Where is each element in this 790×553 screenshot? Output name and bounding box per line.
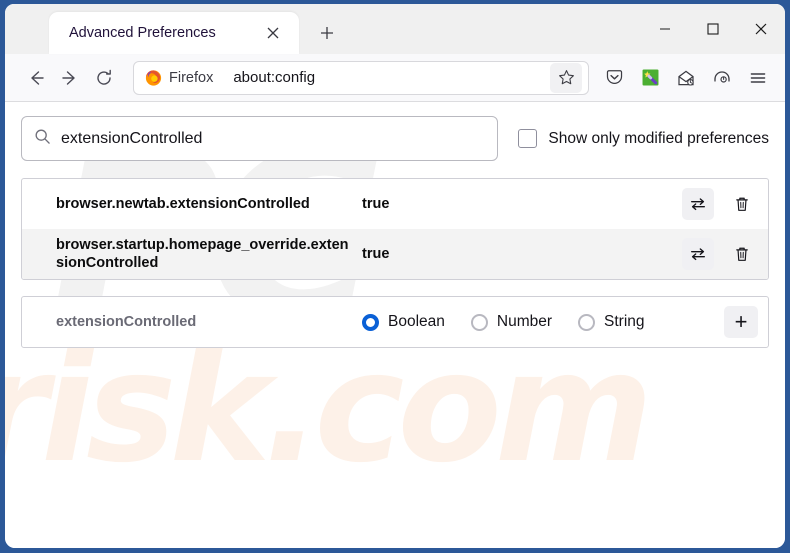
browser-tab-advanced-preferences[interactable]: Advanced Preferences (49, 12, 299, 54)
preferences-list: browser.newtab.extensionControlled true (21, 178, 769, 280)
watermark-bottom-text: risk.com (5, 319, 653, 496)
navigation-toolbar: Firefox about:config (5, 54, 785, 102)
delete-preference-icon[interactable] (726, 188, 758, 220)
maximize-icon[interactable] (689, 8, 737, 50)
mail-icon[interactable] (669, 61, 703, 95)
minimize-icon[interactable] (641, 8, 689, 50)
extension-icon[interactable] (633, 61, 667, 95)
radio-boolean-indicator[interactable] (362, 313, 379, 331)
row-actions (682, 238, 758, 270)
show-modified-checkbox[interactable] (518, 129, 538, 148)
radio-number-indicator[interactable] (470, 313, 488, 331)
toolbar-icon-group (597, 61, 775, 95)
search-input[interactable] (61, 129, 486, 148)
browser-window: Advanced Preferences Firefox about:confi… (5, 4, 785, 548)
table-row[interactable]: browser.newtab.extensionControlled true (22, 179, 768, 229)
tab-title: Advanced Preferences (69, 25, 216, 41)
desktop-background: Advanced Preferences Firefox about:confi… (0, 0, 790, 553)
search-row: Show only modified preferences (21, 116, 769, 161)
delete-preference-icon[interactable] (726, 238, 758, 270)
address-bar[interactable]: Firefox about:config (133, 60, 589, 95)
add-preference-row: extensionControlled Boolean Number Strin… (22, 297, 768, 347)
firefox-logo-icon (145, 70, 162, 86)
preference-name: browser.startup.homepage_override.extens… (56, 236, 349, 271)
identity-chip-label: Firefox (169, 69, 214, 86)
new-tab-icon[interactable] (313, 19, 341, 47)
url-text: about:config (233, 69, 316, 86)
bookmark-star-icon[interactable] (550, 62, 582, 93)
show-modified-toggle[interactable]: Show only modified preferences (518, 129, 769, 148)
close-window-icon[interactable] (737, 8, 785, 50)
window-controls (641, 4, 785, 54)
toggle-value-icon[interactable] (682, 238, 714, 270)
radio-string-indicator[interactable] (578, 313, 596, 331)
search-icon (34, 128, 51, 150)
preference-type-options: Boolean Number String (362, 313, 724, 331)
search-box[interactable] (21, 116, 499, 161)
radio-option-number[interactable]: Number (470, 313, 553, 331)
preference-name: browser.newtab.extensionControlled (56, 195, 310, 212)
page-content: Show only modified preferences browser.n… (5, 102, 785, 348)
table-row[interactable]: browser.startup.homepage_override.extens… (22, 229, 768, 279)
forward-icon[interactable] (53, 61, 87, 95)
add-preference-panel: extensionControlled Boolean Number Strin… (21, 296, 769, 348)
show-modified-label: Show only modified preferences (548, 129, 769, 147)
back-icon[interactable] (19, 61, 53, 95)
app-menu-icon[interactable] (741, 61, 775, 95)
identity-chip[interactable]: Firefox (138, 66, 224, 89)
about-config-page: PC risk.com Show only modified preferenc… (5, 102, 785, 548)
radio-option-boolean[interactable]: Boolean (362, 313, 445, 331)
new-preference-name: extensionControlled (56, 313, 197, 330)
pocket-icon[interactable] (597, 61, 631, 95)
radio-option-string[interactable]: String (578, 313, 645, 331)
reload-icon[interactable] (87, 61, 121, 95)
radio-string-label: String (604, 313, 645, 330)
tab-strip: Advanced Preferences (5, 4, 785, 54)
sync-account-icon[interactable] (705, 61, 739, 95)
add-preference-button[interactable]: + (724, 306, 758, 338)
radio-number-label: Number (496, 313, 553, 330)
preference-value: true (362, 246, 390, 262)
close-tab-icon[interactable] (259, 19, 287, 47)
preference-value: true (362, 196, 390, 212)
toggle-value-icon[interactable] (682, 188, 714, 220)
row-actions (682, 188, 758, 220)
radio-boolean-label: Boolean (388, 313, 445, 330)
